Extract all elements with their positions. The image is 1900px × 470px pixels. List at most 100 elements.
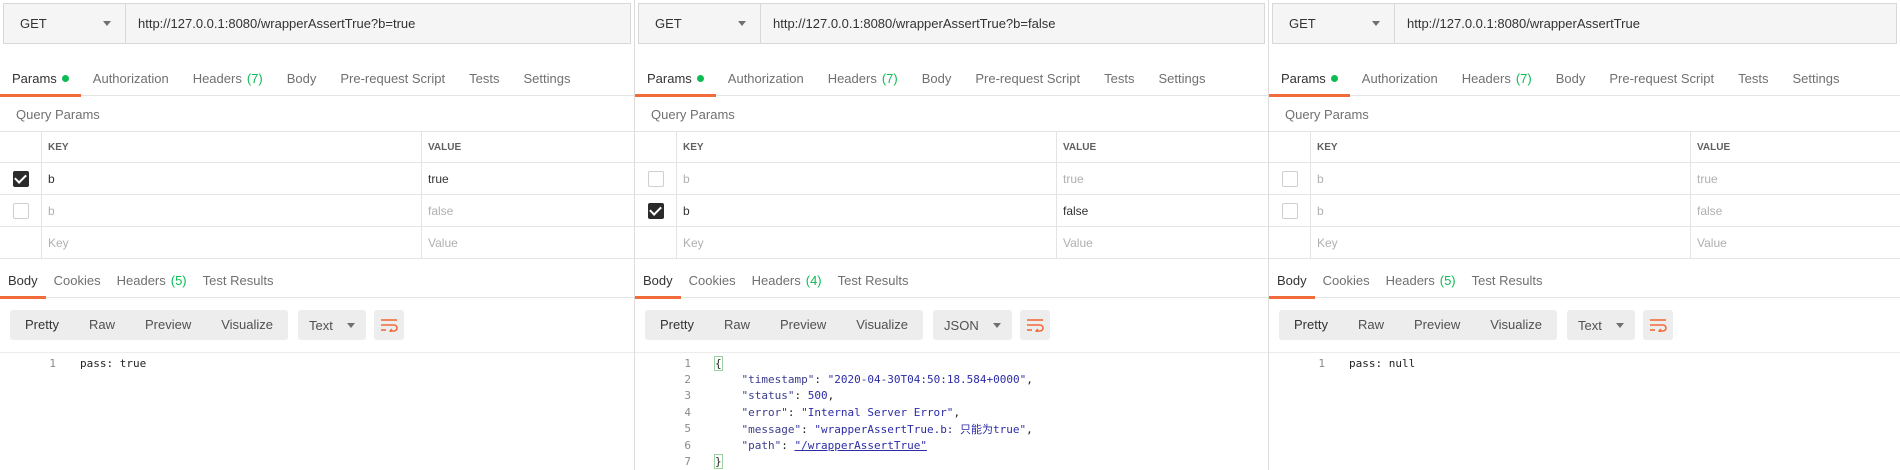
new-value-input[interactable]: Value (422, 227, 634, 258)
param-value[interactable]: true (1691, 163, 1900, 194)
format-label: JSON (944, 317, 979, 333)
wrap-button[interactable] (1642, 310, 1673, 340)
view-visualize[interactable]: Visualize (841, 310, 923, 340)
request-panel-3: GET Params Authorization Headers (7) Body… (1268, 0, 1900, 470)
json-colon: : (801, 422, 815, 436)
tab-response-body[interactable]: Body (635, 264, 681, 299)
param-checkbox[interactable] (647, 170, 664, 187)
param-value[interactable]: false (422, 195, 634, 226)
tab-test-results[interactable]: Test Results (1464, 264, 1551, 298)
tab-authorization[interactable]: Authorization (1350, 62, 1450, 96)
tab-test-results[interactable]: Test Results (830, 264, 917, 298)
wrap-button[interactable] (1019, 310, 1050, 340)
new-key-input[interactable]: Key (42, 227, 422, 258)
tab-settings[interactable]: Settings (511, 62, 582, 96)
tab-tests[interactable]: Tests (1726, 62, 1780, 96)
view-visualize[interactable]: Visualize (206, 310, 288, 340)
tab-params[interactable]: Params (635, 62, 716, 97)
new-value-input[interactable]: Value (1691, 227, 1900, 258)
param-key[interactable]: b (1311, 195, 1691, 226)
tab-authorization[interactable]: Authorization (716, 62, 816, 96)
tab-cookies[interactable]: Cookies (1315, 264, 1378, 298)
tab-tests[interactable]: Tests (457, 62, 511, 96)
response-toolbar: Pretty Raw Preview Visualize Text (10, 310, 404, 340)
json-link-value[interactable]: "/wrapperAssertTrue" (795, 439, 927, 452)
checkbox-column-header (1269, 132, 1311, 162)
param-checkbox[interactable] (12, 202, 29, 219)
tab-settings[interactable]: Settings (1146, 62, 1217, 96)
param-value[interactable]: true (422, 163, 634, 194)
json-key: "timestamp" (741, 373, 815, 387)
view-raw[interactable]: Raw (709, 310, 765, 340)
tab-pre-request-script[interactable]: Pre-request Script (963, 62, 1092, 96)
param-key[interactable]: b (677, 163, 1057, 194)
params-table: KEY VALUE b true b false Key Value (635, 131, 1268, 259)
param-key[interactable]: b (1311, 163, 1691, 194)
param-checkbox[interactable] (12, 170, 29, 187)
tab-test-results[interactable]: Test Results (195, 264, 282, 298)
tab-cookies[interactable]: Cookies (681, 264, 744, 298)
view-raw[interactable]: Raw (74, 310, 130, 340)
view-mode-group: Pretty Raw Preview Visualize (1279, 310, 1558, 340)
tab-response-headers[interactable]: Headers (4) (744, 264, 830, 298)
method-select[interactable]: GET (4, 4, 126, 43)
new-key-input[interactable]: Key (1311, 227, 1691, 258)
tab-response-headers[interactable]: Headers (5) (109, 264, 195, 298)
param-key[interactable]: b (42, 163, 422, 194)
tab-params[interactable]: Params (1269, 62, 1350, 97)
tab-response-body[interactable]: Body (1269, 264, 1315, 299)
tab-cookies[interactable]: Cookies (46, 264, 109, 298)
format-select[interactable]: Text (298, 310, 366, 340)
param-key[interactable]: b (677, 195, 1057, 226)
param-checkbox[interactable] (1281, 170, 1298, 187)
param-checkbox[interactable] (1281, 202, 1298, 219)
tab-params[interactable]: Params (0, 62, 81, 97)
view-visualize[interactable]: Visualize (1475, 310, 1557, 340)
json-key: "status" (741, 389, 795, 403)
tab-response-body[interactable]: Body (0, 264, 46, 299)
line-number: 1 (684, 356, 691, 370)
url-input[interactable] (126, 4, 630, 43)
wrap-button[interactable] (373, 310, 404, 340)
param-value[interactable]: true (1057, 163, 1268, 194)
view-mode-group: Pretty Raw Preview Visualize (645, 310, 924, 340)
headers-count: (7) (246, 71, 263, 86)
tab-headers[interactable]: Headers (7) (816, 62, 910, 96)
new-key-input[interactable]: Key (677, 227, 1057, 258)
tab-headers[interactable]: Headers (7) (1450, 62, 1544, 96)
method-select[interactable]: GET (639, 4, 761, 43)
format-select[interactable]: JSON (933, 310, 1012, 340)
format-select[interactable]: Text (1567, 310, 1635, 340)
param-checkbox[interactable] (647, 202, 664, 219)
param-value[interactable]: false (1057, 195, 1268, 226)
param-key[interactable]: b (42, 195, 422, 226)
view-pretty[interactable]: Pretty (10, 310, 74, 340)
tab-pre-request-script[interactable]: Pre-request Script (1597, 62, 1726, 96)
code-content: pass: true (56, 357, 146, 370)
url-input[interactable] (1395, 4, 1896, 43)
view-raw[interactable]: Raw (1343, 310, 1399, 340)
tab-response-headers[interactable]: Headers (5) (1378, 264, 1464, 298)
tab-body[interactable]: Body (275, 62, 329, 96)
view-pretty[interactable]: Pretty (1279, 310, 1343, 340)
tab-settings[interactable]: Settings (1780, 62, 1851, 96)
view-preview[interactable]: Preview (130, 310, 206, 340)
new-value-input[interactable]: Value (1057, 227, 1268, 258)
value-column-header: VALUE (428, 141, 462, 153)
tab-headers[interactable]: Headers (7) (181, 62, 275, 96)
tab-body[interactable]: Body (910, 62, 964, 96)
url-input[interactable] (761, 4, 1264, 43)
tab-pre-request-script[interactable]: Pre-request Script (328, 62, 457, 96)
chevron-down-icon (346, 322, 355, 328)
tab-body[interactable]: Body (1544, 62, 1598, 96)
view-pretty[interactable]: Pretty (645, 310, 709, 340)
tab-tests[interactable]: Tests (1092, 62, 1146, 96)
method-select[interactable]: GET (1273, 4, 1395, 43)
line-number: 7 (684, 455, 691, 469)
code-content: "timestamp": "2020-04-30T04:50:18.584+00… (691, 373, 1033, 386)
view-preview[interactable]: Preview (765, 310, 841, 340)
tab-authorization[interactable]: Authorization (81, 62, 181, 96)
view-preview[interactable]: Preview (1399, 310, 1475, 340)
json-value: "Internal Server Error" (801, 405, 954, 419)
param-value[interactable]: false (1691, 195, 1900, 226)
